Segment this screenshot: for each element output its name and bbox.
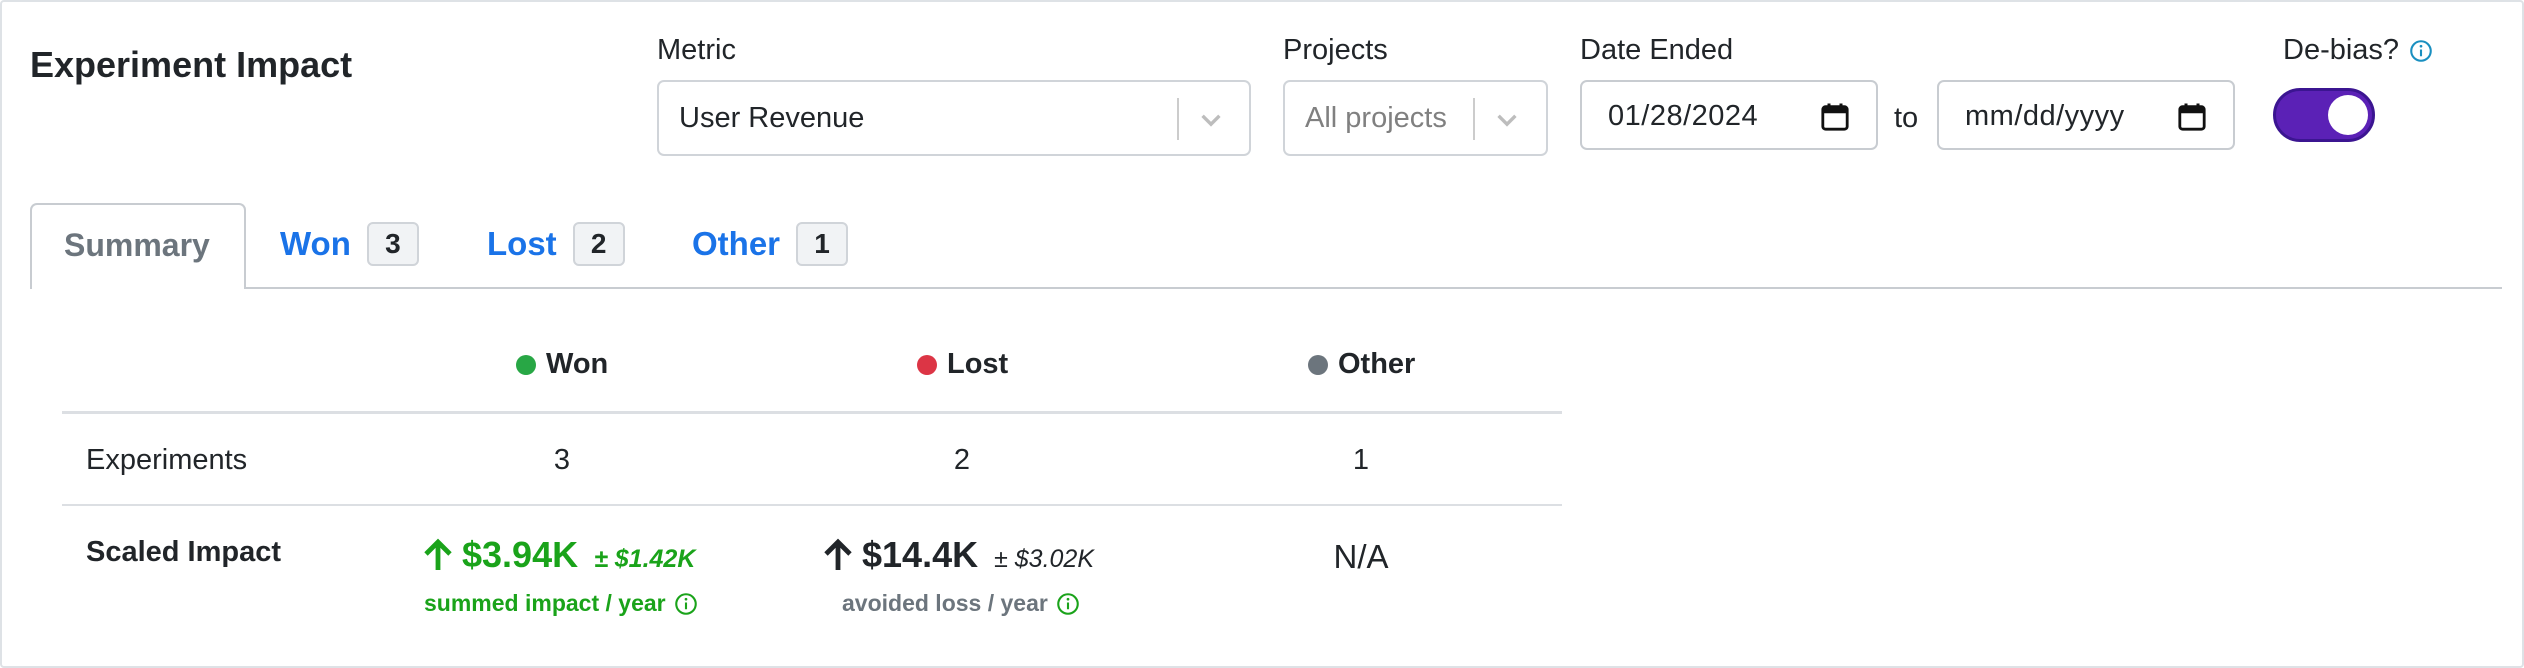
table-row-divider <box>62 504 1562 506</box>
arrow-up-icon <box>424 538 452 570</box>
debias-toggle[interactable] <box>2273 88 2375 142</box>
metric-select[interactable]: User Revenue <box>657 80 1251 156</box>
debias-label-group: De-bias? <box>2283 34 2433 67</box>
projects-placeholder: All projects <box>1305 102 1447 134</box>
tab-other-label: Other <box>692 225 781 262</box>
metric-label: Metric <box>657 34 736 66</box>
calendar-icon[interactable] <box>1820 102 1850 132</box>
toggle-knob <box>2328 95 2368 135</box>
date-end-placeholder: mm/dd/yyyy <box>1965 100 2125 132</box>
lost-impact-caption-group: avoided loss / year <box>842 590 1080 617</box>
debias-label: De-bias? <box>2283 34 2400 66</box>
tab-lost-count: 2 <box>572 222 625 266</box>
date-range-separator: to <box>1894 102 1919 134</box>
experiments-lost-count: 2 <box>953 444 971 476</box>
tab-other[interactable]: Other 1 <box>692 220 849 268</box>
info-icon[interactable] <box>1056 592 1080 616</box>
table-header-divider <box>62 411 1562 414</box>
tab-won-count: 3 <box>366 222 419 266</box>
date-start-value: 01/28/2024 <box>1608 100 1759 132</box>
page-title: Experiment Impact <box>30 44 353 85</box>
chevron-down-icon[interactable] <box>1493 106 1521 134</box>
tab-lost-label: Lost <box>487 225 557 262</box>
metric-value: User Revenue <box>679 102 865 134</box>
lost-impact-value: $14.4K <box>862 534 979 575</box>
tab-won-label: Won <box>280 225 351 262</box>
select-separator <box>1177 98 1179 140</box>
arrow-up-icon <box>824 538 852 570</box>
projects-select[interactable]: All projects <box>1283 80 1548 156</box>
won-impact-caption-group: summed impact / year <box>424 590 698 617</box>
won-impact-value: $3.94K <box>462 534 579 575</box>
won-impact: $3.94K ± $1.42K <box>422 534 695 576</box>
row-label-experiments: Experiments <box>86 444 248 476</box>
date-end-input[interactable]: mm/dd/yyyy <box>1937 80 2235 150</box>
column-header-won-label: Won <box>546 348 609 380</box>
other-impact-value: N/A <box>1333 538 1389 575</box>
column-header-other-label: Other <box>1338 348 1416 380</box>
projects-label: Projects <box>1283 34 1388 66</box>
chevron-down-icon[interactable] <box>1197 106 1225 134</box>
lost-impact-caption: avoided loss / year <box>842 590 1048 616</box>
lost-status-dot <box>917 354 937 375</box>
tab-lost[interactable]: Lost 2 <box>487 220 625 268</box>
row-label-scaled-impact: Scaled Impact <box>86 536 282 568</box>
tabs-divider <box>30 287 2502 289</box>
tab-summary[interactable]: Summary <box>30 203 246 289</box>
calendar-icon[interactable] <box>2177 102 2207 132</box>
experiments-won-count: 3 <box>553 444 571 476</box>
date-ended-label: Date Ended <box>1580 34 1734 66</box>
column-header-won: Won <box>516 348 608 381</box>
info-icon[interactable] <box>674 592 698 616</box>
experiments-other-count: 1 <box>1352 444 1370 476</box>
experiment-impact-panel: Experiment Impact Metric User Revenue Pr… <box>0 0 2524 668</box>
date-start-input[interactable]: 01/28/2024 <box>1580 80 1878 150</box>
select-separator <box>1473 98 1475 140</box>
lost-impact-ci: ± $3.02K <box>994 545 1094 573</box>
won-impact-caption: summed impact / year <box>424 590 666 616</box>
tab-summary-label: Summary <box>64 227 210 263</box>
lost-impact: $14.4K ± $3.02K <box>822 534 1094 576</box>
tab-won[interactable]: Won 3 <box>280 220 419 268</box>
won-impact-ci: ± $1.42K <box>594 545 696 573</box>
column-header-other: Other <box>1308 348 1415 381</box>
column-header-lost-label: Lost <box>947 348 1009 380</box>
column-header-lost: Lost <box>917 348 1008 381</box>
won-status-dot <box>516 354 536 375</box>
other-status-dot <box>1308 354 1328 375</box>
info-icon[interactable] <box>2409 39 2433 63</box>
tab-other-count: 1 <box>796 222 849 266</box>
